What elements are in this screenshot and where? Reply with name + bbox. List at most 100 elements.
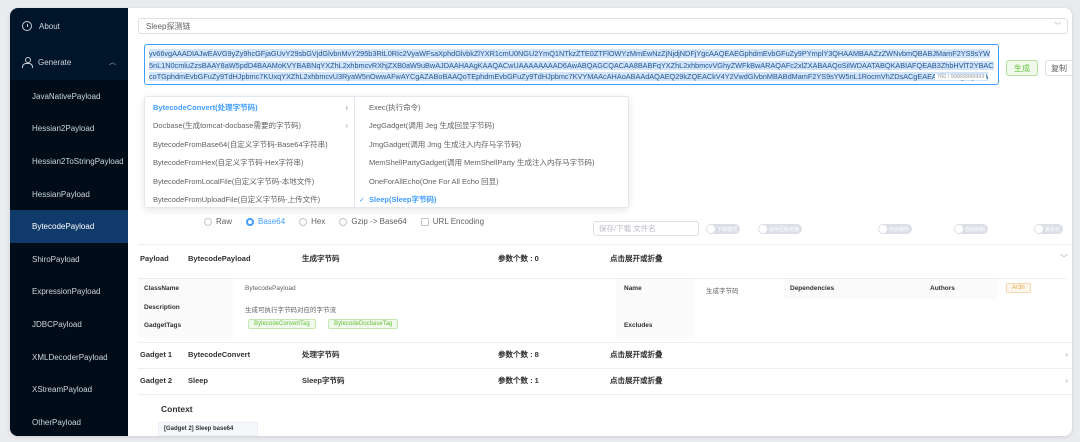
cascader-item-sleep[interactable]: ✓ Sleep(Sleep字节码) bbox=[355, 191, 628, 210]
cascader-item-label: JegGadget(调用 Jeg 生成回显字节码) bbox=[369, 121, 495, 131]
excludes-label: Excludes bbox=[624, 322, 653, 329]
payload-char-counter: 760 / 99999999999 bbox=[935, 74, 987, 80]
sidebar-generate[interactable]: Generate ︿ bbox=[10, 44, 128, 80]
context-cell: [Gadget 2] Sleep base64 bbox=[158, 422, 258, 436]
sidebar-item-label: OtherPayload bbox=[32, 417, 81, 427]
classname-label: ClassName bbox=[144, 285, 180, 292]
toggle-complex[interactable]: 复杂化 bbox=[1034, 224, 1064, 234]
toggle-cache[interactable]: 开启缓存 bbox=[878, 224, 913, 234]
user-icon bbox=[22, 57, 33, 68]
radio-circle bbox=[246, 217, 255, 226]
row-toggle: 点击展开或折叠 bbox=[610, 375, 663, 385]
sidebar-item-label: ShiroPayload bbox=[32, 254, 80, 264]
format-radio-base64[interactable]: Base64 bbox=[246, 217, 285, 226]
format-radio-raw[interactable]: Raw bbox=[204, 217, 232, 226]
sidebar-generate-label: Generate bbox=[38, 57, 72, 67]
sidebar-item-javanativepayload[interactable]: JavaNativePayload bbox=[10, 80, 128, 113]
sidebar-item-hessianpayload[interactable]: HessianPayload bbox=[10, 178, 128, 211]
name-label: Name bbox=[624, 285, 642, 292]
sidebar-about-label: About bbox=[39, 21, 60, 31]
sidebar-item-hessian2tostringpayload[interactable]: Hessian2ToStringPayload bbox=[10, 145, 128, 178]
radio-circle bbox=[299, 217, 308, 226]
author-tag: Ar3h bbox=[1006, 283, 1031, 293]
section-divider bbox=[138, 244, 1072, 245]
radio-label: Hex bbox=[311, 217, 326, 226]
toggle-auto-refresh[interactable]: 自动刷新 bbox=[954, 224, 989, 234]
sidebar: About Generate ︿ JavaNativePayload Hessi… bbox=[10, 8, 128, 436]
sidebar-item-label: XStreamPayload bbox=[32, 385, 93, 395]
toggle-knob bbox=[1035, 225, 1043, 233]
toggle-knob bbox=[879, 225, 887, 233]
cascader-item-jmggadget[interactable]: JmgGadget(调用 Jmg 生成注入内存马字节码) bbox=[355, 135, 628, 154]
cascader-item-bytecodefromhex[interactable]: BytecodeFromHex(自定义字节码-Hex字符串) bbox=[145, 154, 354, 173]
checkbox-box bbox=[420, 217, 429, 226]
chevron-right-icon: › bbox=[345, 121, 348, 131]
row-params: 参数个数 : 0 bbox=[498, 253, 539, 263]
main-panel: Sleep探测链 ﹀ yv66vgAAADIAJwEAVG9yZy9hcGFja… bbox=[128, 8, 1072, 436]
cascader-item-jeggadget[interactable]: JegGadget(调用 Jeg 生成回显字节码) bbox=[355, 117, 628, 136]
format-radio-hex[interactable]: Hex bbox=[299, 217, 325, 226]
cascader-item-exec[interactable]: Exec(执行命令) bbox=[355, 98, 628, 117]
sidebar-about[interactable]: About bbox=[10, 8, 128, 44]
cascader-item-bytecodefromlocalfile[interactable]: BytecodeFromLocalFile(自定义字节码-本地文件) bbox=[145, 172, 354, 191]
context-title: Context bbox=[161, 404, 193, 414]
row-desc: Sleep字节码 bbox=[302, 375, 345, 385]
cascader-item-label: Sleep(Sleep字节码) bbox=[369, 195, 437, 205]
authors-label: Authors bbox=[930, 285, 955, 292]
copy-button[interactable]: 复制 bbox=[1045, 60, 1072, 76]
payload-summary-row[interactable]: Payload BytecodePayload 生成字节码 参数个数 : 0 点… bbox=[138, 248, 1072, 268]
row-type: Payload bbox=[140, 253, 169, 263]
sidebar-item-hessian2payload[interactable]: Hessian2Payload bbox=[10, 113, 128, 146]
sidebar-item-label: JavaNativePayload bbox=[32, 91, 101, 101]
cascader-item-docbase[interactable]: Docbase(生成tomcat-docbase需要的字节码) › bbox=[145, 117, 354, 136]
sidebar-item-xmldecoderpayload[interactable]: XMLDecoderPayload bbox=[10, 341, 128, 374]
payload-output-textarea[interactable]: yv66vgAAADIAJwEAVG9yZy9hcGFjaGUvY29sbGVj… bbox=[144, 44, 999, 85]
radio-circle bbox=[204, 217, 212, 226]
cascader-item-bytecodefrombase64[interactable]: BytecodeFromBase64(自定义字节码-Base64字符串) bbox=[145, 135, 354, 154]
cascader-item-memshellpartygadget[interactable]: MemShellPartyGadget(调用 MemShellParty 生成注… bbox=[355, 154, 628, 173]
sidebar-item-label: JDBCPayload bbox=[32, 319, 82, 329]
row-toggle: 点击展开或折叠 bbox=[610, 349, 663, 359]
row-name: BytecodePayload bbox=[188, 253, 251, 263]
gadget-chain-select[interactable]: Sleep探测链 ﹀ bbox=[138, 18, 1068, 34]
cascader-item-oneforallecho[interactable]: OneForAllEcho(One For All Echo 回显) bbox=[355, 172, 628, 191]
row-desc: 处理字节码 bbox=[302, 349, 340, 359]
sidebar-item-jdbcpayload[interactable]: JDBCPayload bbox=[10, 308, 128, 341]
description-value: 生成可执行字节码对应的字节流 bbox=[245, 307, 336, 314]
toggle-save-server[interactable]: 保存至服务器 bbox=[758, 224, 803, 234]
cascader-item-label: JmgGadget(调用 Jmg 生成注入内存马字节码) bbox=[369, 139, 522, 149]
save-filename-input[interactable]: 保存/下载 文件名 bbox=[593, 221, 699, 236]
sidebar-item-bytecodepayload[interactable]: BytecodePayload bbox=[10, 210, 128, 243]
sidebar-item-expressionpayload[interactable]: ExpressionPayload bbox=[10, 276, 128, 309]
radio-label: Base64 bbox=[258, 217, 286, 226]
cascader-column-2: Exec(执行命令) JegGadget(调用 Jeg 生成回显字节码) Jmg… bbox=[355, 97, 628, 207]
url-encoding-checkbox[interactable]: URL Encoding bbox=[420, 217, 484, 226]
toggle-knob bbox=[707, 225, 715, 233]
name-value: 生成字节码 bbox=[706, 288, 739, 295]
payload-details-table: ClassName BytecodePayload Name 生成字节码 Dep… bbox=[138, 278, 1066, 337]
generate-button[interactable]: 生成 bbox=[1006, 60, 1038, 76]
cascader-item-bytecodeconvert[interactable]: BytecodeConvert(处理字节码) › bbox=[145, 98, 354, 117]
radio-circle bbox=[339, 217, 348, 226]
gadget-row[interactable]: Gadget 2 Sleep Sleep字节码 参数个数 : 1 点击展开或折叠… bbox=[138, 370, 1072, 390]
gadget-row[interactable]: Gadget 1 BytecodeConvert 处理字节码 参数个数 : 8 … bbox=[138, 344, 1072, 364]
gadget-tag: BytecodeConvertTag bbox=[248, 319, 316, 329]
dependencies-label: Dependencies bbox=[790, 285, 835, 292]
sidebar-item-shiropayload[interactable]: ShiroPayload bbox=[10, 243, 128, 276]
cascader-item-label: BytecodeFromHex(自定义字节码-Hex字符串) bbox=[153, 158, 304, 168]
chevron-up-icon: ︿ bbox=[109, 59, 116, 66]
sidebar-item-label: Hessian2ToStringPayload bbox=[32, 156, 124, 166]
toggle-label: 下载模式 bbox=[717, 226, 738, 233]
app-window: About Generate ︿ JavaNativePayload Hessi… bbox=[10, 8, 1072, 436]
cascader-item-label: BytecodeConvert(处理字节码) bbox=[153, 102, 258, 112]
sidebar-submenu: JavaNativePayload Hessian2Payload Hessia… bbox=[10, 80, 128, 436]
description-label: Description bbox=[144, 304, 180, 311]
cascader-item-label: OneForAllEcho(One For All Echo 回显) bbox=[369, 176, 499, 186]
cascader-item-label: BytecodeFromBase64(自定义字节码-Base64字符串) bbox=[153, 139, 328, 149]
toggle-download-mode[interactable]: 下载模式 bbox=[706, 224, 741, 234]
sidebar-item-otherpayload[interactable]: OtherPayload bbox=[10, 406, 128, 436]
format-radio-gzip[interactable]: Gzip -> Base64 bbox=[339, 217, 407, 226]
cascader-item-bytecodefromuploadfile[interactable]: BytecodeFromUploadFile(自定义字节码-上传文件) bbox=[145, 191, 354, 210]
sidebar-item-xstreampayload[interactable]: XStreamPayload bbox=[10, 373, 128, 406]
chevron-right-icon: › bbox=[1065, 375, 1068, 385]
